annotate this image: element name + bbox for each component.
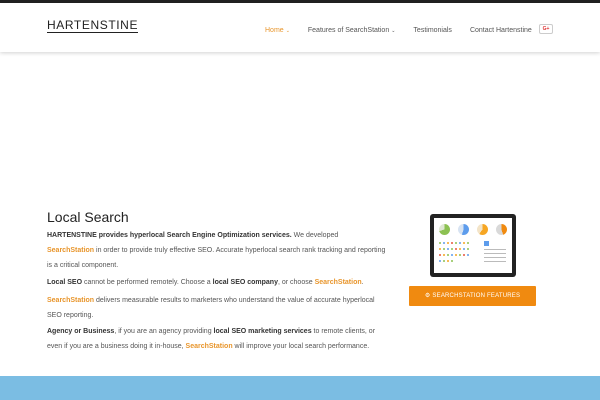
body-text: . — [361, 279, 364, 286]
nav-item-label: Features of SearchStation — [307, 27, 390, 34]
pie-chart-icon — [477, 224, 488, 235]
nav-item-features[interactable]: Features of SearchStation ⌄ — [308, 26, 396, 36]
searchstation-features-button[interactable]: ⚙ SEARCHSTATION FEATURES — [409, 286, 536, 306]
footer-band — [0, 376, 600, 400]
strong-text: Agency or Business — [47, 328, 115, 335]
site-logo[interactable]: HARTENSTINE — [47, 19, 139, 33]
dot-icon — [451, 242, 453, 244]
google-plus-icon[interactable]: G+ — [539, 24, 553, 34]
dot-icon — [459, 248, 461, 250]
text-line — [484, 261, 506, 262]
dot-icon — [451, 260, 453, 262]
pie-chart-icon — [496, 224, 507, 235]
dot-icon — [443, 254, 445, 256]
main-nav: Home ⌄ Features of SearchStation ⌄ Testimo… — [265, 26, 550, 36]
nav-item-testimonials[interactable]: Testimonials — [413, 26, 452, 36]
dot-icon — [439, 248, 441, 250]
strong-text: HARTENSTINE provides hyperlocal Search E… — [47, 232, 292, 239]
dot-icon — [439, 260, 441, 262]
dot-icon — [455, 242, 457, 244]
dot-icon — [439, 242, 441, 244]
pie-chart-icon — [458, 224, 469, 235]
nav-item-contact[interactable]: Contact Hartenstine — [470, 26, 532, 36]
dot-icon — [459, 254, 461, 256]
dot-icon — [443, 248, 445, 250]
dot-icon — [447, 248, 449, 250]
body-text: cannot be performed remotely. Choose a — [82, 279, 213, 286]
dot-icon — [467, 242, 469, 244]
text-line — [484, 257, 506, 258]
text-line — [484, 249, 506, 250]
nav-item-home[interactable]: Home ⌄ — [265, 26, 290, 36]
strong-text: Local SEO — [47, 279, 83, 286]
body-text: , if you are an agency providing — [114, 328, 214, 335]
searchstation-link[interactable]: SearchStation — [47, 297, 94, 304]
agency-paragraph: Agency or Business, if you are an agency… — [47, 324, 387, 354]
searchstation-link[interactable]: SearchStation — [315, 279, 362, 286]
strong-text: local SEO marketing services — [213, 328, 312, 335]
searchstation-link[interactable]: SearchStation — [47, 247, 94, 254]
pie-chart-icon — [439, 224, 450, 235]
gear-icon: ⚙ — [424, 293, 431, 299]
dot-icon — [467, 248, 469, 250]
dot-icon — [463, 254, 465, 256]
dot-icon — [443, 260, 445, 262]
dashboard-monitor-illustration — [430, 214, 516, 277]
body-text: will improve your local search performan… — [232, 343, 370, 350]
chevron-down-icon: ⌄ — [285, 28, 290, 34]
dot-icon — [467, 254, 469, 256]
nav-item-label: Home — [265, 27, 284, 34]
dot-icon — [447, 260, 449, 262]
body-text: delivers measurable results to marketers… — [47, 297, 375, 319]
intro-paragraph: HARTENSTINE provides hyperlocal Search E… — [47, 228, 387, 273]
dot-icon — [463, 248, 465, 250]
button-label: SEARCHSTATION FEATURES — [432, 293, 521, 299]
body-text: , or choose — [277, 279, 315, 286]
dot-icon — [459, 242, 461, 244]
body-text: We developed — [291, 232, 339, 239]
monitor-screen — [434, 218, 512, 273]
dot-icon — [455, 254, 457, 256]
chevron-down-icon: ⌄ — [391, 28, 396, 34]
dot-icon — [451, 248, 453, 250]
body-text: in order to provide truly effective SEO.… — [47, 247, 386, 269]
square-icon — [484, 241, 489, 246]
text-line — [484, 253, 506, 254]
dot-icon — [443, 242, 445, 244]
dot-icon — [463, 242, 465, 244]
section-title: Local Search — [47, 209, 129, 225]
searchstation-link[interactable]: SearchStation — [186, 343, 233, 350]
dot-icon — [447, 254, 449, 256]
strong-text: local SEO company — [212, 279, 278, 286]
local-seo-paragraph: Local SEO cannot be performed remotely. … — [47, 275, 387, 290]
dot-icon — [447, 242, 449, 244]
dot-icon — [439, 254, 441, 256]
dot-icon — [455, 248, 457, 250]
site-header: HARTENSTINE Home ⌄ Features of SearchStat… — [0, 3, 600, 52]
dot-icon — [451, 254, 453, 256]
results-paragraph: SearchStation delivers measurable result… — [47, 293, 387, 323]
